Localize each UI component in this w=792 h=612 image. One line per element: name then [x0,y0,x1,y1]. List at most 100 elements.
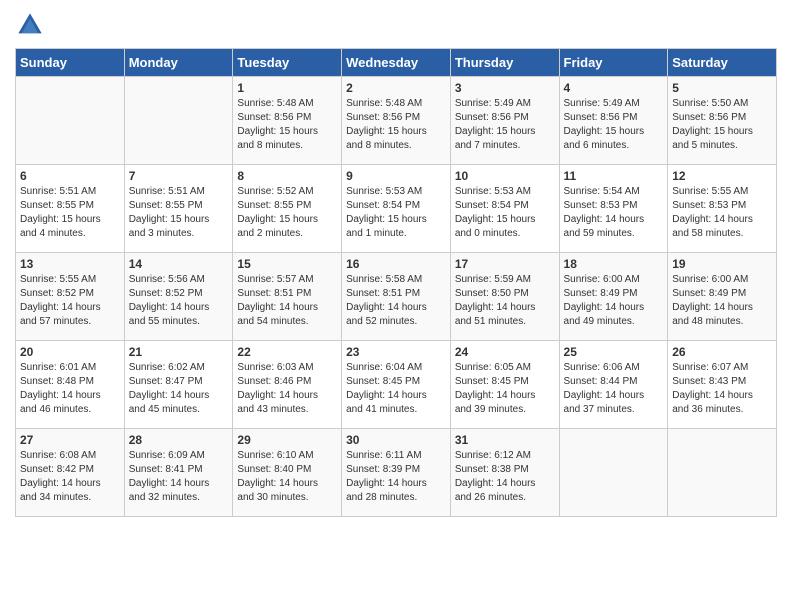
day-info: Sunrise: 5:57 AM Sunset: 8:51 PM Dayligh… [237,273,337,329]
day-number: 23 [346,345,446,359]
calendar-cell: 24Sunrise: 6:05 AM Sunset: 8:45 PM Dayli… [450,341,559,429]
day-info: Sunrise: 5:53 AM Sunset: 8:54 PM Dayligh… [455,185,555,241]
day-number: 21 [129,345,229,359]
day-number: 8 [237,169,337,183]
day-number: 30 [346,433,446,447]
day-number: 25 [564,345,664,359]
calendar-cell: 15 Sunrise: 5:57 AM Sunset: 8:51 PM Dayli… [233,253,342,341]
day-number: 15 [237,257,337,271]
day-info: Sunrise: 5:48 AM Sunset: 8:56 PM Dayligh… [346,97,446,153]
calendar-cell: 21 Sunrise: 6:02 AM Sunset: 8:47 PM Dayli… [124,341,233,429]
weekday-header-monday: Monday [124,49,233,77]
day-info: Sunrise: 5:56 AM Sunset: 8:52 PM Dayligh… [129,273,229,329]
day-number: 26 [672,345,772,359]
weekday-header-saturday: Saturday [668,49,777,77]
day-info: Sunrise: 5:54 AM Sunset: 8:53 PM Dayligh… [564,185,664,241]
day-number: 3 [455,81,555,95]
day-info: Sunrise: 5:53 AM Sunset: 8:54 PM Dayligh… [346,185,446,241]
day-info: Sunrise: 6:09 AM Sunset: 8:41 PM Dayligh… [129,449,229,505]
calendar-week-5: 27 Sunrise: 6:08 AM Sunset: 8:42 PM Dayli… [16,429,777,517]
calendar-cell: 22 Sunrise: 6:03 AM Sunset: 8:46 PM Dayli… [233,341,342,429]
day-info: Sunrise: 5:59 AM Sunset: 8:50 PM Dayligh… [455,273,555,329]
day-number: 29 [237,433,337,447]
calendar-cell: 10 Sunrise: 5:53 AM Sunset: 8:54 PM Dayli… [450,165,559,253]
weekday-header-thursday: Thursday [450,49,559,77]
calendar-cell: 23 Sunrise: 6:04 AM Sunset: 8:45 PM Dayli… [342,341,451,429]
calendar-cell: 16 Sunrise: 5:58 AM Sunset: 8:51 PM Dayli… [342,253,451,341]
calendar-cell: 29 Sunrise: 6:10 AM Sunset: 8:40 PM Dayli… [233,429,342,517]
day-number: 2 [346,81,446,95]
day-number: 28 [129,433,229,447]
day-info: Sunrise: 5:48 AM Sunset: 8:56 PM Dayligh… [237,97,337,153]
logo [15,10,49,40]
day-info: Sunrise: 6:07 AM Sunset: 8:43 PM Dayligh… [672,361,772,417]
day-info: Sunrise: 6:01 AM Sunset: 8:48 PM Dayligh… [20,361,120,417]
weekday-header-friday: Friday [559,49,668,77]
calendar-cell [559,429,668,517]
day-info: Sunrise: 6:00 AM Sunset: 8:49 PM Dayligh… [672,273,772,329]
calendar-cell: 31Sunrise: 6:12 AM Sunset: 8:38 PM Dayli… [450,429,559,517]
calendar-cell: 17 Sunrise: 5:59 AM Sunset: 8:50 PM Dayli… [450,253,559,341]
day-number: 18 [564,257,664,271]
calendar-cell [668,429,777,517]
day-info: Sunrise: 5:58 AM Sunset: 8:51 PM Dayligh… [346,273,446,329]
calendar-week-3: 13 Sunrise: 5:55 AM Sunset: 8:52 PM Dayli… [16,253,777,341]
day-number: 7 [129,169,229,183]
calendar-cell: 19 Sunrise: 6:00 AM Sunset: 8:49 PM Dayli… [668,253,777,341]
day-number: 5 [672,81,772,95]
day-number: 11 [564,169,664,183]
day-number: 19 [672,257,772,271]
day-number: 1 [237,81,337,95]
calendar-cell: 12 Sunrise: 5:55 AM Sunset: 8:53 PM Dayli… [668,165,777,253]
weekday-header-sunday: Sunday [16,49,125,77]
calendar-cell: 13 Sunrise: 5:55 AM Sunset: 8:52 PM Dayli… [16,253,125,341]
day-number: 31 [455,433,555,447]
day-number: 13 [20,257,120,271]
day-info: Sunrise: 6:06 AM Sunset: 8:44 PM Dayligh… [564,361,664,417]
calendar-cell [16,77,125,165]
calendar-cell: 27 Sunrise: 6:08 AM Sunset: 8:42 PM Dayli… [16,429,125,517]
day-info: Sunrise: 6:04 AM Sunset: 8:45 PM Dayligh… [346,361,446,417]
calendar-cell: 6 Sunrise: 5:51 AM Sunset: 8:55 PM Daylig… [16,165,125,253]
weekday-header-tuesday: Tuesday [233,49,342,77]
day-number: 10 [455,169,555,183]
calendar-week-1: 1 Sunrise: 5:48 AM Sunset: 8:56 PM Daylig… [16,77,777,165]
day-number: 4 [564,81,664,95]
day-info: Sunrise: 5:50 AM Sunset: 8:56 PM Dayligh… [672,97,772,153]
calendar-week-4: 20Sunrise: 6:01 AM Sunset: 8:48 PM Dayli… [16,341,777,429]
day-info: Sunrise: 5:49 AM Sunset: 8:56 PM Dayligh… [564,97,664,153]
calendar-body: 1 Sunrise: 5:48 AM Sunset: 8:56 PM Daylig… [16,77,777,517]
calendar-cell: 2 Sunrise: 5:48 AM Sunset: 8:56 PM Daylig… [342,77,451,165]
day-number: 6 [20,169,120,183]
calendar-cell: 3 Sunrise: 5:49 AM Sunset: 8:56 PM Daylig… [450,77,559,165]
day-info: Sunrise: 5:51 AM Sunset: 8:55 PM Dayligh… [129,185,229,241]
calendar-week-2: 6 Sunrise: 5:51 AM Sunset: 8:55 PM Daylig… [16,165,777,253]
day-number: 27 [20,433,120,447]
day-info: Sunrise: 5:52 AM Sunset: 8:55 PM Dayligh… [237,185,337,241]
day-info: Sunrise: 5:55 AM Sunset: 8:52 PM Dayligh… [20,273,120,329]
day-info: Sunrise: 6:10 AM Sunset: 8:40 PM Dayligh… [237,449,337,505]
day-info: Sunrise: 5:55 AM Sunset: 8:53 PM Dayligh… [672,185,772,241]
day-number: 16 [346,257,446,271]
calendar-cell: 14 Sunrise: 5:56 AM Sunset: 8:52 PM Dayli… [124,253,233,341]
day-info: Sunrise: 6:11 AM Sunset: 8:39 PM Dayligh… [346,449,446,505]
calendar-cell: 9 Sunrise: 5:53 AM Sunset: 8:54 PM Daylig… [342,165,451,253]
day-info: Sunrise: 5:49 AM Sunset: 8:56 PM Dayligh… [455,97,555,153]
calendar-cell: 26 Sunrise: 6:07 AM Sunset: 8:43 PM Dayli… [668,341,777,429]
weekday-header-wednesday: Wednesday [342,49,451,77]
calendar-cell [124,77,233,165]
calendar-cell: 7 Sunrise: 5:51 AM Sunset: 8:55 PM Daylig… [124,165,233,253]
day-info: Sunrise: 6:02 AM Sunset: 8:47 PM Dayligh… [129,361,229,417]
calendar-cell: 18Sunrise: 6:00 AM Sunset: 8:49 PM Dayli… [559,253,668,341]
day-info: Sunrise: 5:51 AM Sunset: 8:55 PM Dayligh… [20,185,120,241]
day-info: Sunrise: 6:03 AM Sunset: 8:46 PM Dayligh… [237,361,337,417]
day-number: 9 [346,169,446,183]
day-number: 14 [129,257,229,271]
calendar-cell: 20Sunrise: 6:01 AM Sunset: 8:48 PM Dayli… [16,341,125,429]
day-number: 22 [237,345,337,359]
day-number: 17 [455,257,555,271]
calendar-cell: 28 Sunrise: 6:09 AM Sunset: 8:41 PM Dayli… [124,429,233,517]
day-number: 12 [672,169,772,183]
day-info: Sunrise: 6:08 AM Sunset: 8:42 PM Dayligh… [20,449,120,505]
calendar-cell: 25 Sunrise: 6:06 AM Sunset: 8:44 PM Dayli… [559,341,668,429]
